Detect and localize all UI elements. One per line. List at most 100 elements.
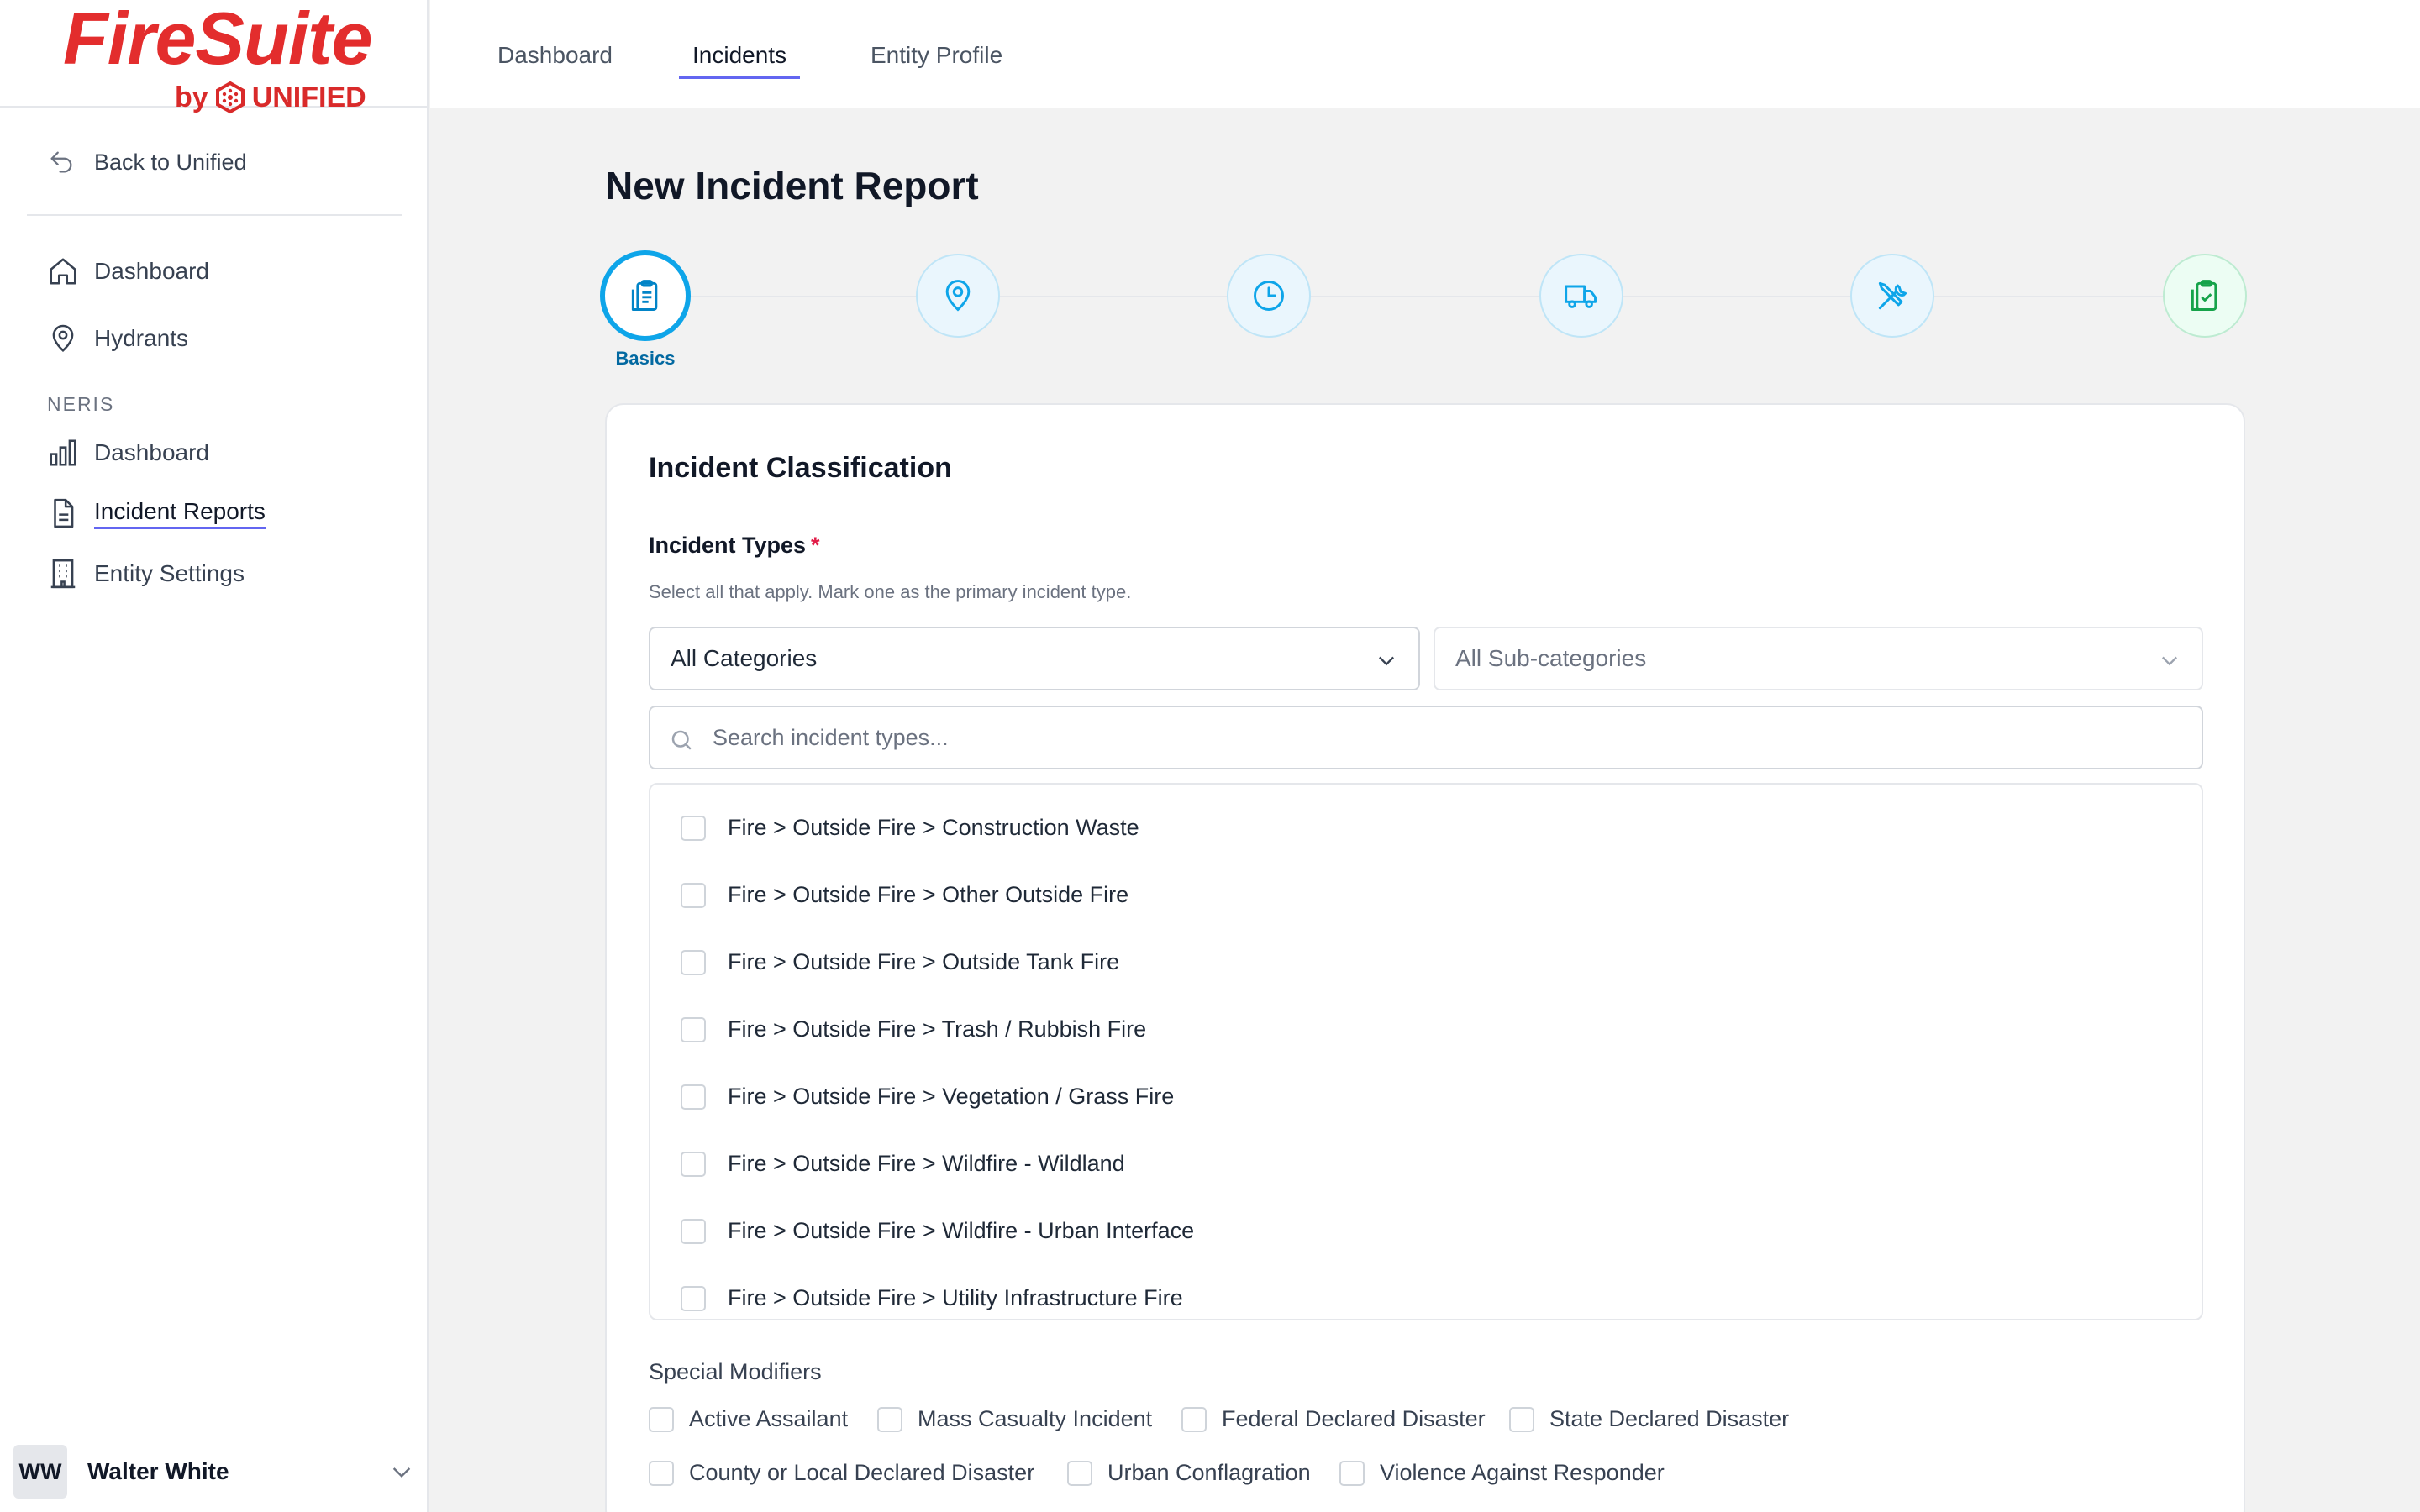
list-item[interactable]: Fire > Outside Fire > Wildfire - Urban I… [681,1218,1194,1244]
checkbox[interactable] [681,1084,706,1110]
modifier-mass-casualty[interactable]: Mass Casualty Incident [877,1406,1152,1432]
modifier-active-assailant[interactable]: Active Assailant [649,1406,848,1432]
clipboard-check-icon [2191,280,2217,311]
sidebar-item-dashboard[interactable]: Dashboard [47,255,209,287]
list-item[interactable]: Fire > Outside Fire > Trash / Rubbish Fi… [681,1016,1146,1042]
step-actions[interactable] [1850,254,1934,338]
incident-types-label-text: Incident Types [649,533,807,558]
list-item[interactable]: Fire > Outside Fire > Vegetation / Grass… [681,1084,1174,1110]
modifier-label: Federal Declared Disaster [1222,1406,1486,1431]
logo-by: by [175,81,208,113]
incident-classification-card: Incident Classification Incident Types * … [605,403,2245,1512]
list-item-label: Fire > Outside Fire > Wildfire - Urban I… [728,1218,1195,1243]
sidebar-item-label: Entity Settings [94,560,245,586]
incident-types-hint: Select all that apply. Mark one as the p… [649,581,1132,602]
home-icon [50,258,76,285]
checkbox[interactable] [681,1016,706,1042]
sidebar-item-label: Dashboard [94,439,209,465]
checkbox[interactable] [1339,1460,1365,1486]
checkbox[interactable] [1509,1406,1534,1432]
checkbox[interactable] [681,949,706,975]
incident-types-list[interactable]: Fire > Outside Fire > Construction Waste… [649,783,2203,1320]
truck-icon [1565,285,1597,308]
card-title: Incident Classification [649,452,952,484]
checkbox[interactable] [681,815,706,841]
chevron-down-icon [1379,656,1394,666]
clock-icon [1254,281,1284,311]
list-item[interactable]: Fire > Outside Fire > Construction Waste [681,815,1139,841]
stepper-track [645,296,2207,297]
list-item[interactable]: Fire > Outside Fire > Utility Infrastruc… [681,1285,1183,1311]
sidebar-item-incident-reports[interactable]: Incident Reports [47,497,266,529]
sidebar-item-label: Dashboard [94,258,209,284]
chevron-down-icon [2162,656,2177,666]
unified-logo-icon [215,81,245,114]
modifier-state-disaster[interactable]: State Declared Disaster [1509,1406,1789,1432]
list-item-label: Fire > Outside Fire > Outside Tank Fire [728,949,1120,974]
list-item[interactable]: Fire > Outside Fire > Other Outside Fire [681,882,1128,908]
step-location[interactable] [916,254,1000,338]
subcategory-select-value: All Sub-categories [1455,645,1647,671]
back-arrow-icon [50,151,72,173]
step-review[interactable] [2163,254,2247,338]
sidebar-item-entity-settings[interactable]: Entity Settings [47,558,245,590]
modifier-federal-disaster[interactable]: Federal Declared Disaster [1181,1406,1486,1432]
avatar: WW [13,1445,67,1499]
sidebar-item-label: Hydrants [94,325,189,351]
modifier-urban-conflagration[interactable]: Urban Conflagration [1067,1460,1311,1486]
search-placeholder: Search incident types... [713,724,949,750]
step-units[interactable] [1539,254,1623,338]
sidebar-item-label: Incident Reports [94,498,266,529]
incident-types-label: Incident Types * [649,533,820,559]
list-item-label: Fire > Outside Fire > Utility Infrastruc… [728,1285,1183,1310]
checkbox[interactable] [681,1151,706,1177]
user-name: Walter White [87,1458,229,1484]
required-asterisk: * [811,533,820,558]
checkbox[interactable] [1067,1460,1092,1486]
checkbox[interactable] [681,1218,706,1244]
modifier-label: Violence Against Responder [1380,1460,1665,1485]
checkbox[interactable] [681,1285,706,1311]
tab-dashboard[interactable]: Dashboard [497,42,613,76]
checkbox[interactable] [649,1460,674,1486]
chevron-down-icon [392,1467,411,1478]
bar-chart-icon [50,439,76,466]
list-item-label: Fire > Outside Fire > Other Outside Fire [728,882,1129,907]
checkbox[interactable] [681,882,706,908]
logo-subtitle: by UNIFIED [175,81,366,114]
tools-icon [1878,281,1907,310]
sidebar: FireSuite by UNIFIED Back to Unified Das… [0,0,429,1512]
search-icon [671,730,692,750]
incident-type-search-input[interactable]: Search incident types... [649,706,2203,769]
back-link-label: Back to Unified [94,149,247,175]
checkbox[interactable] [1181,1406,1207,1432]
tab-entity-profile[interactable]: Entity Profile [871,42,1002,76]
category-select[interactable]: All Categories [649,627,1420,690]
page-title: New Incident Report [605,164,979,207]
list-item[interactable]: Fire > Outside Fire > Wildfire - Wildlan… [681,1151,1125,1177]
checkbox[interactable] [877,1406,902,1432]
modifier-violence-responder[interactable]: Violence Against Responder [1339,1460,1665,1486]
logo[interactable]: FireSuite by UNIFIED [0,0,429,114]
subcategory-select[interactable]: All Sub-categories [1434,627,2203,690]
logo-title: FireSuite [63,0,373,80]
sidebar-divider [27,214,402,216]
section-label-neris: NERIS [47,393,115,415]
modifier-label: Active Assailant [689,1406,849,1431]
tab-incidents[interactable]: Incidents [679,42,801,79]
back-to-unified-link[interactable]: Back to Unified [47,148,247,176]
map-pin-icon [52,324,74,352]
sidebar-item-neris-dashboard[interactable]: Dashboard [47,437,209,469]
list-item[interactable]: Fire > Outside Fire > Outside Tank Fire [681,949,1119,975]
category-select-value: All Categories [671,645,818,671]
step-times[interactable] [1227,254,1311,338]
list-item-label: Fire > Outside Fire > Trash / Rubbish Fi… [728,1016,1147,1042]
top-nav: Dashboard Incidents Entity Profile [430,0,2420,108]
sidebar-item-hydrants[interactable]: Hydrants [47,323,188,354]
checkbox[interactable] [649,1406,674,1432]
user-menu[interactable]: WW Walter White [13,1445,415,1499]
special-modifiers-label: Special Modifiers [649,1359,822,1384]
modifier-local-disaster[interactable]: County or Local Declared Disaster [649,1460,1034,1486]
step-label-basics: Basics [615,348,676,369]
step-basics[interactable] [600,250,691,341]
